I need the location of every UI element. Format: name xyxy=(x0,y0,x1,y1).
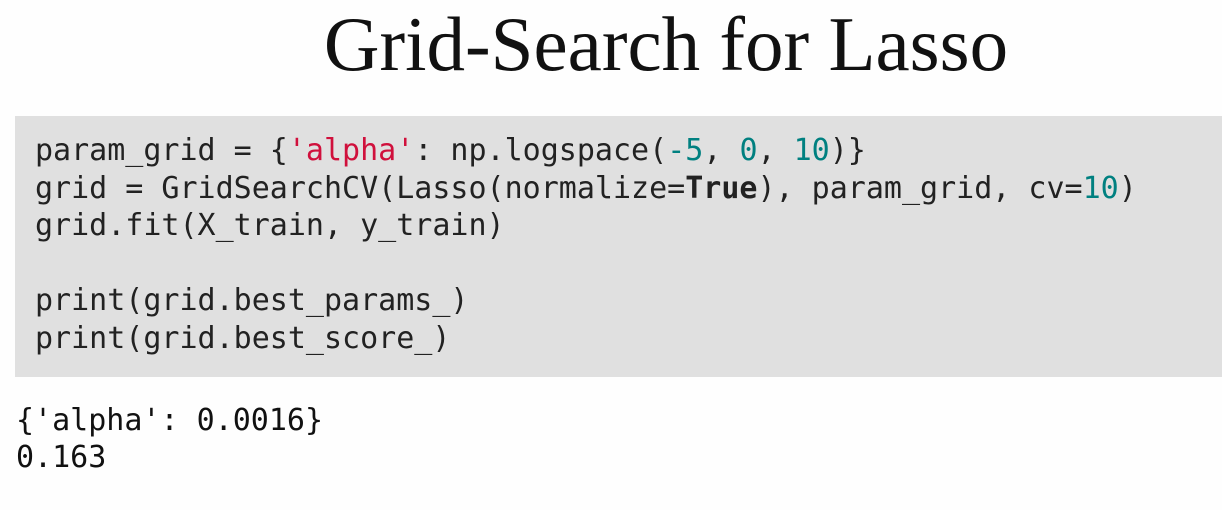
code-text: grid.fit(X_train, y_train) xyxy=(35,208,505,243)
number-literal: -5 xyxy=(667,133,704,168)
code-text: print(grid.best_params_) xyxy=(35,283,469,318)
code-text: ), param_grid, cv= xyxy=(757,170,1083,206)
code-line: print(grid.best_params_) xyxy=(35,282,1222,320)
keyword: True xyxy=(685,170,758,206)
code-text: param_grid = { xyxy=(35,133,288,168)
code-text: )} xyxy=(829,133,866,168)
string-literal: 'alpha' xyxy=(287,133,415,168)
code-block[interactable]: param_grid = {'alpha': np.logspace(-5, 0… xyxy=(15,116,1222,377)
code-text: print(grid.best_score_) xyxy=(35,320,451,356)
number-literal: 10 xyxy=(793,133,830,168)
code-text: , xyxy=(703,133,740,168)
slide-title: Grid-Search for Lasso xyxy=(323,1,1009,87)
code-line: print(grid.best_score_) xyxy=(35,320,1222,358)
number-literal: 10 xyxy=(1082,170,1119,206)
code-line: grid = GridSearchCV(Lasso(normalize=True… xyxy=(35,170,1222,208)
code-text: : np.logspace( xyxy=(414,133,668,168)
code-line: grid.fit(X_train, y_train) xyxy=(35,207,1222,245)
output-line: 0.163 xyxy=(16,440,107,475)
code-text: , xyxy=(757,133,794,168)
code-text: ) xyxy=(1118,170,1137,206)
code-output: {'alpha': 0.0016} 0.163 xyxy=(16,402,323,476)
output-line: {'alpha': 0.0016} xyxy=(16,403,324,438)
number-literal: 0 xyxy=(739,133,758,168)
code-text: grid = GridSearchCV(Lasso(normalize= xyxy=(35,170,686,206)
code-line: param_grid = {'alpha': np.logspace(-5, 0… xyxy=(35,132,1222,170)
